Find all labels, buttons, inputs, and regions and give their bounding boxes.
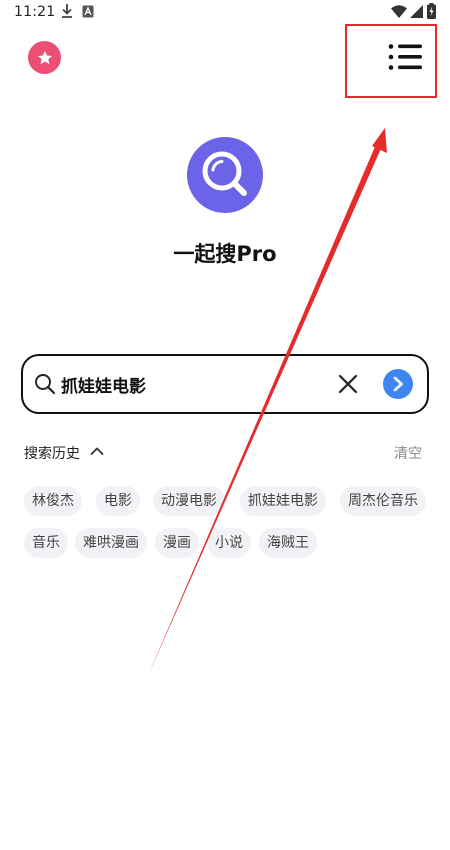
search-icon: [35, 374, 56, 395]
history-chip[interactable]: 抓娃娃电影: [240, 486, 326, 516]
a-badge-icon: [82, 5, 94, 18]
status-time: 11:21: [14, 4, 56, 20]
favorites-button[interactable]: [28, 41, 61, 74]
app-logo: [187, 137, 263, 213]
battery-charging-icon: [427, 3, 436, 19]
history-chip[interactable]: 海贼王: [259, 528, 317, 558]
download-icon: [62, 4, 72, 18]
history-chip[interactable]: 电影: [96, 486, 140, 516]
clear-button[interactable]: [337, 373, 359, 395]
history-chip[interactable]: 林俊杰: [24, 486, 82, 516]
close-icon: [338, 374, 358, 394]
status-bar: 11:21: [0, 0, 450, 26]
history-clear-button[interactable]: 清空: [394, 443, 422, 463]
magnifier-logo-icon: [202, 151, 247, 196]
wifi-icon: [391, 5, 407, 18]
history-chip[interactable]: 动漫电影: [153, 486, 225, 516]
history-chip[interactable]: 周杰伦音乐: [340, 486, 426, 516]
signal-icon: [410, 5, 423, 18]
history-chip[interactable]: 难哄漫画: [75, 528, 147, 558]
annotation-arrow: [147, 128, 387, 679]
chevron-up-icon[interactable]: [90, 446, 104, 456]
star-icon: [37, 50, 52, 64]
history-title: 搜索历史: [24, 446, 80, 462]
history-chip[interactable]: 音乐: [24, 528, 68, 558]
search-box[interactable]: [21, 354, 429, 414]
history-chip[interactable]: 小说: [207, 528, 251, 558]
search-submit-button[interactable]: [383, 369, 413, 399]
app-title: 一起搜Pro: [173, 242, 277, 266]
annotation-highlight-box: [345, 24, 437, 98]
chevron-right-icon: [393, 376, 403, 392]
history-chip[interactable]: 漫画: [155, 528, 199, 558]
search-input[interactable]: [61, 370, 321, 398]
history-header: 搜索历史 清空: [24, 443, 424, 463]
